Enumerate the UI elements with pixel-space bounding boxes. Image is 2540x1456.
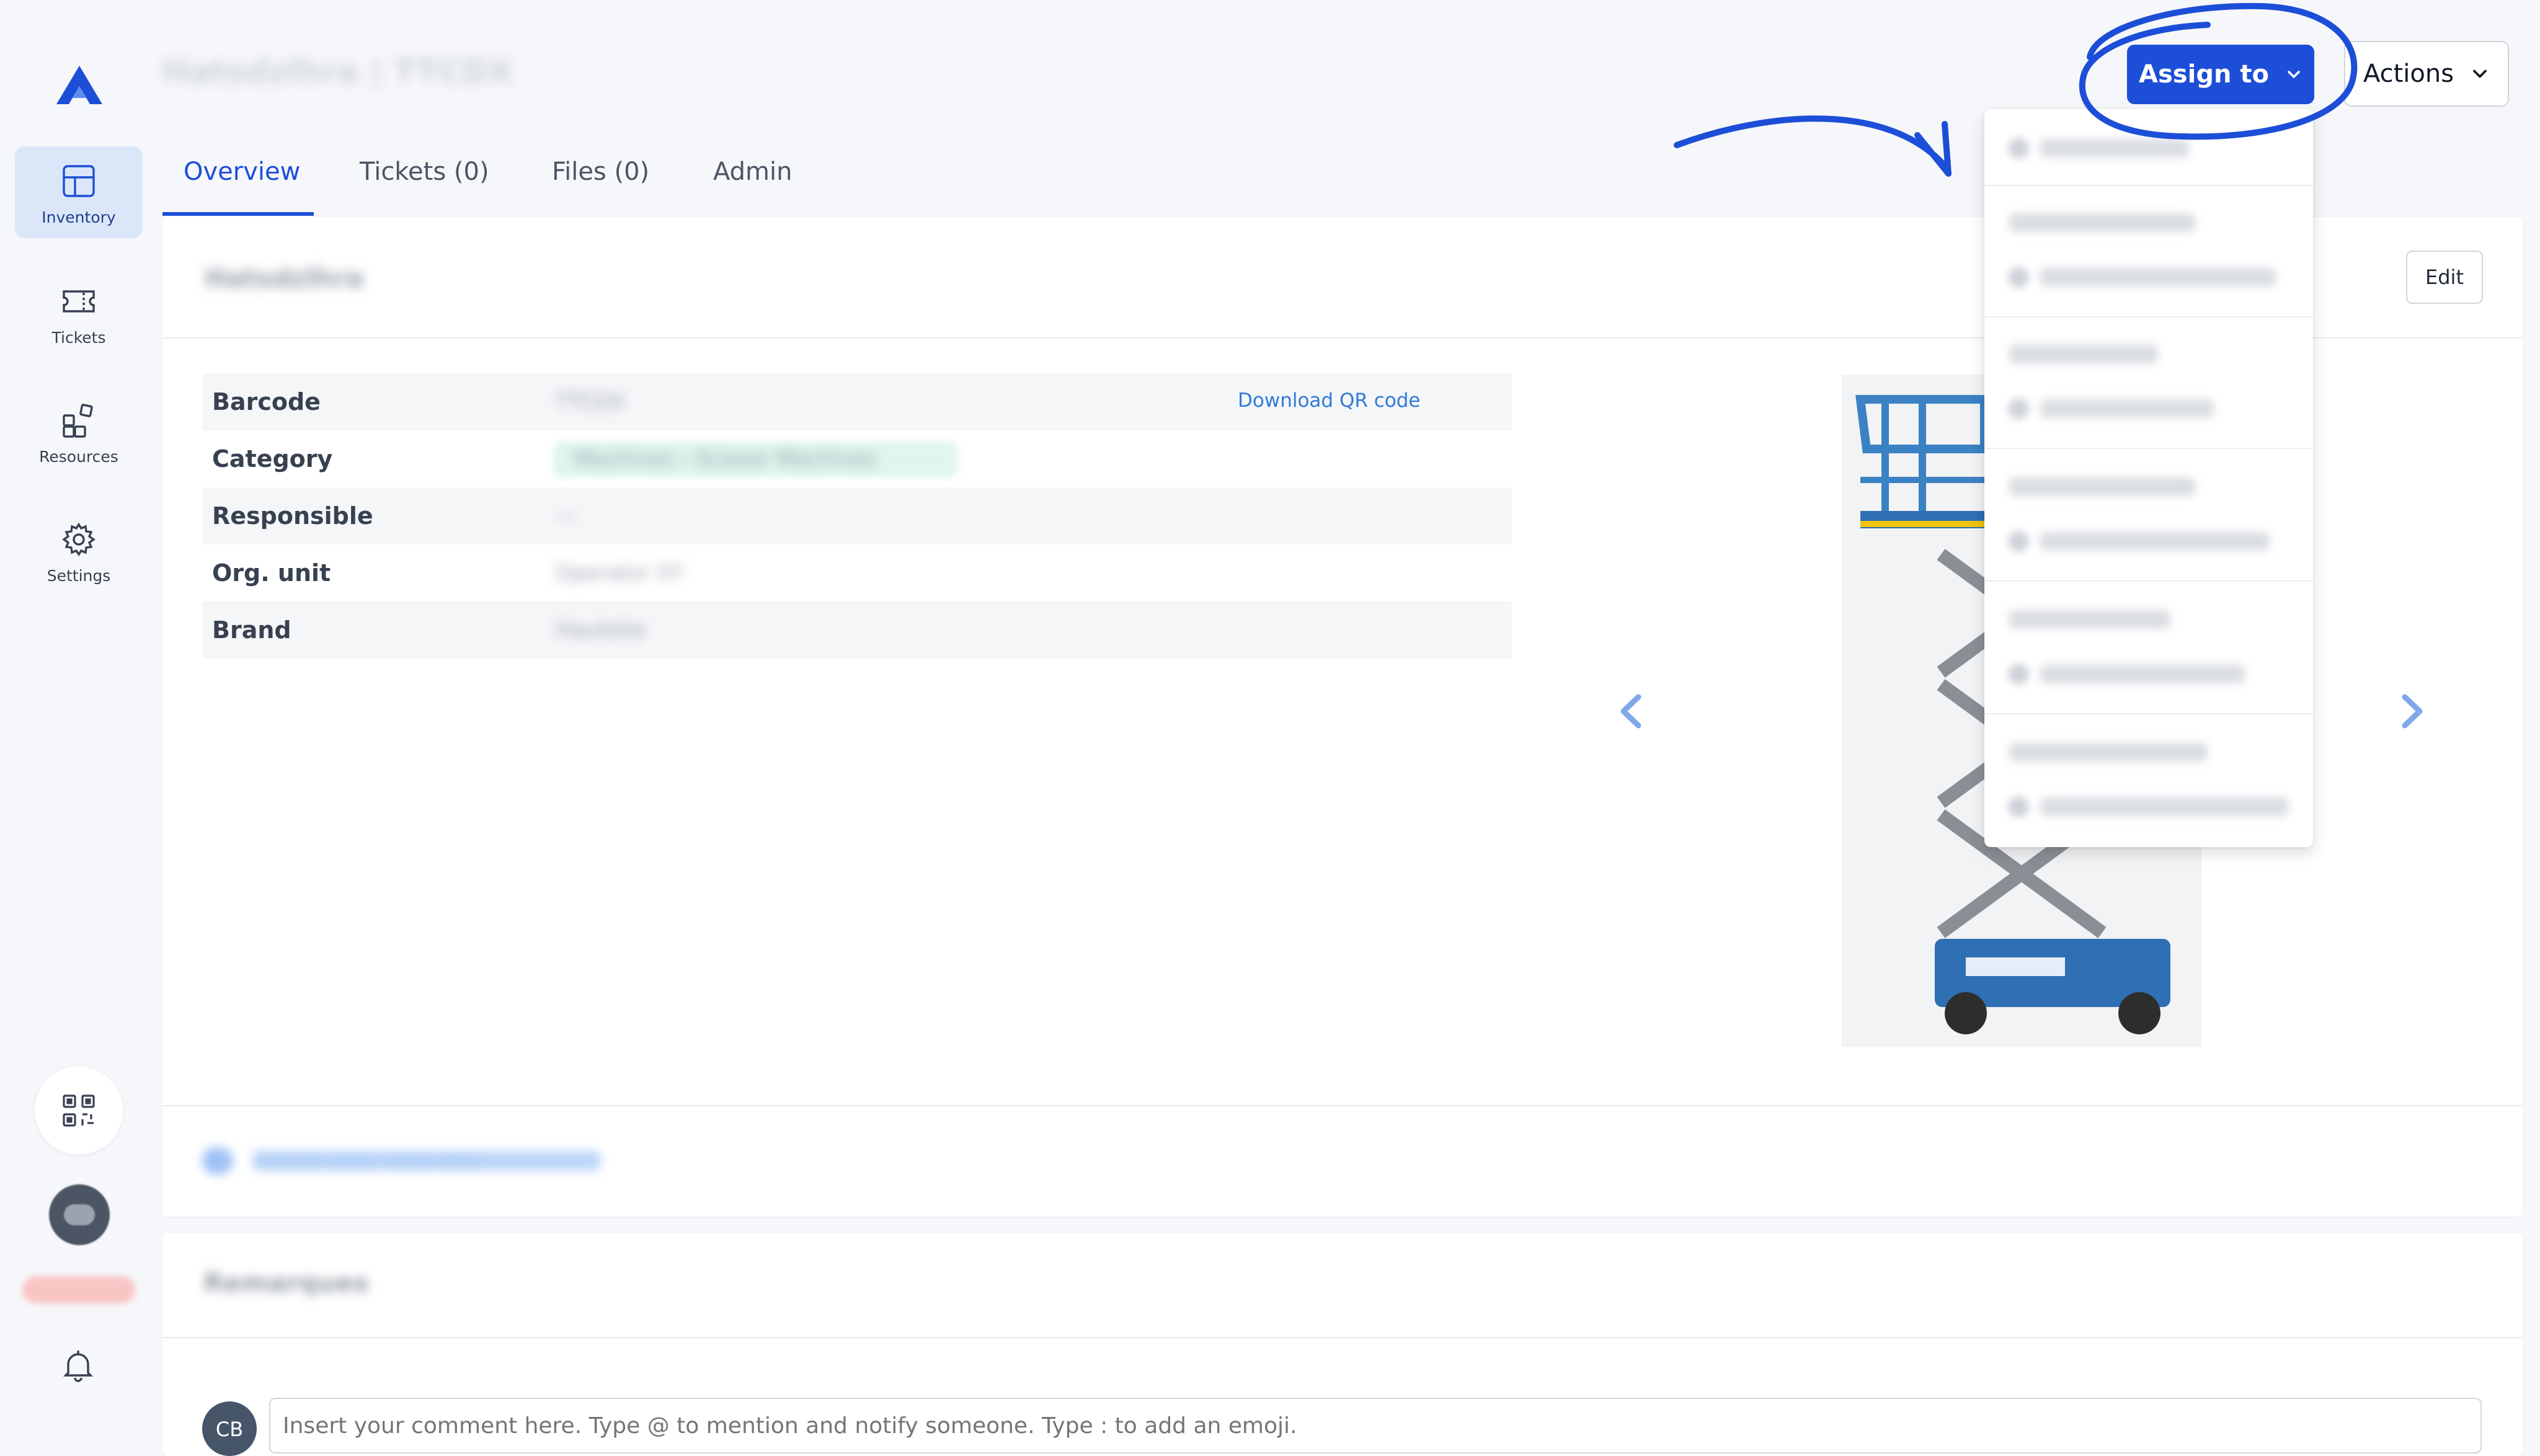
location-icon (2008, 398, 2029, 419)
dropdown-group-label: Assign to Yard (2009, 610, 2170, 629)
chevron-down-icon (2288, 71, 2300, 78)
sidebar-item-inventory[interactable]: Inventory (15, 146, 143, 238)
tab-tickets[interactable]: Tickets (0) (360, 158, 489, 186)
carousel-prev-icon[interactable] (1616, 693, 1646, 729)
qr-scan-button[interactable] (35, 1067, 123, 1155)
download-qr-link[interactable]: Download QR code (1238, 389, 1421, 412)
dropdown-separator (1984, 580, 2313, 582)
annotation-arrow (1674, 115, 1950, 172)
assign-to-dropdown: Assign to me Assign to Warehouse Assign … (1984, 109, 2313, 847)
sidebar: Inventory Tickets Resources Settings (0, 0, 158, 1439)
container-icon (202, 1147, 233, 1174)
inventory-grid-icon (63, 165, 95, 197)
edit-button[interactable]: Edit (2406, 251, 2483, 304)
remarks-title: Remarques (203, 1267, 370, 1298)
dropdown-group-label: Assign to Depot (2009, 477, 2195, 496)
sidebar-item-label: Settings (47, 567, 111, 585)
dropdown-separator (1984, 448, 2313, 449)
sidebar-item-label: Inventory (42, 208, 116, 226)
location-icon (2008, 267, 2029, 288)
actions-button[interactable]: Actions (2344, 41, 2509, 107)
property-value: — (556, 504, 577, 528)
dropdown-item-assign-me[interactable]: Assign to me (2040, 139, 2189, 158)
comment-avatar: CB (202, 1401, 257, 1456)
dropdown-separator (1984, 185, 2313, 186)
qr-code-icon (63, 1094, 95, 1127)
assign-to-label: Assign to (2139, 60, 2269, 89)
actions-label: Actions (2363, 60, 2454, 88)
card-title: Hatsdzlhra (205, 263, 364, 293)
sidebar-item-resources[interactable]: Resources (15, 386, 143, 477)
dropdown-group-label: Assign to Warehouse (2009, 213, 2195, 232)
divider (162, 1105, 2523, 1106)
assign-to-button[interactable]: Assign to (2127, 45, 2314, 104)
container-link-text: Container object: Assign items (253, 1151, 600, 1171)
gear-icon (62, 522, 95, 557)
dropdown-separator (1984, 713, 2313, 714)
user-avatar[interactable] (49, 1184, 110, 1245)
tab-overview[interactable]: Overview (184, 158, 300, 186)
property-value: Machines › Scissor Machines (574, 446, 876, 471)
sidebar-item-settings[interactable]: Settings (15, 505, 143, 597)
property-row-brand: Brand Haulotte (202, 601, 1512, 659)
sidebar-item-tickets[interactable]: Tickets (15, 267, 143, 358)
property-label: Category (212, 445, 333, 473)
property-label: Barcode (212, 388, 321, 415)
dropdown-item[interactable] (2040, 268, 2276, 286)
property-value: Haulotte (556, 618, 646, 642)
dropdown-item[interactable] (2040, 665, 2245, 683)
comment-input[interactable] (269, 1398, 2482, 1454)
user-icon (2008, 138, 2029, 159)
container-object-link[interactable]: Container object: Assign items (202, 1145, 605, 1177)
property-row-org-unit: Org. unit Operator XY (202, 544, 1512, 601)
ticket-icon (63, 290, 95, 313)
chevron-down-icon (2473, 69, 2487, 78)
annotation-arrowhead (1914, 121, 1952, 177)
property-row-category: Category Machines › Scissor Machines (202, 430, 1512, 487)
property-value: Operator XY (556, 561, 685, 585)
dropdown-group-label: Assign to Logistics (2009, 345, 2158, 363)
tab-admin[interactable]: Admin (713, 158, 792, 186)
property-label: Org. unit (212, 559, 331, 587)
dropdown-group-label: Assign to Workshop (2009, 743, 2208, 761)
property-value: TTCDX (556, 389, 626, 414)
tab-files[interactable]: Files (0) (552, 158, 649, 186)
page-title: Hatsdzlhra | TTCDX (162, 53, 514, 91)
dropdown-item[interactable] (2040, 399, 2214, 418)
property-label: Responsible (212, 502, 373, 530)
sidebar-item-label: Tickets (51, 329, 106, 347)
divider (162, 1337, 2523, 1338)
dropdown-item[interactable] (2040, 532, 2270, 551)
dropdown-item[interactable] (2040, 797, 2288, 816)
location-icon (2008, 531, 2029, 552)
resources-icon (63, 404, 93, 438)
environment-badge (22, 1276, 135, 1303)
active-tab-indicator (162, 212, 314, 216)
sidebar-item-label: Resources (39, 448, 118, 466)
location-icon (2008, 796, 2029, 817)
property-label: Brand (212, 616, 291, 644)
property-row-responsible: Responsible — (202, 487, 1512, 544)
property-row-barcode: Barcode TTCDX Download QR code (202, 373, 1512, 430)
dropdown-separator (1984, 316, 2313, 317)
app-logo-icon[interactable] (55, 64, 104, 107)
bell-icon[interactable] (60, 1347, 97, 1384)
location-icon (2008, 664, 2029, 685)
carousel-next-icon[interactable] (2397, 693, 2427, 729)
